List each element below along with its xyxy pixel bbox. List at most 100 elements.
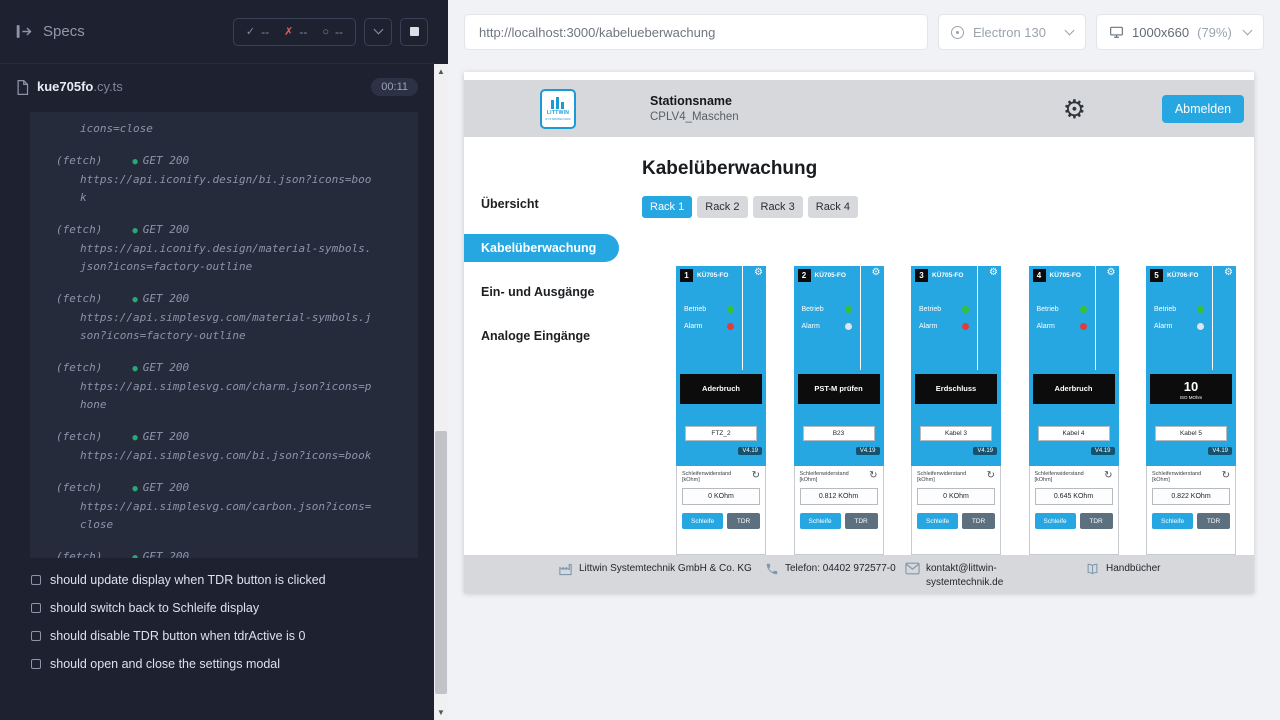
nav-item-kabelueberwachung[interactable]: Kabelüberwachung (464, 234, 619, 262)
card-gear-icon[interactable]: ⚙ (1224, 268, 1233, 278)
log-entry[interactable]: (fetch)●GET 200 https://api.simplesvg.co… (56, 359, 400, 414)
spec-duration-badge: 00:11 (371, 78, 418, 96)
cable-name-field[interactable]: Kabel 4 (1038, 426, 1110, 441)
betrieb-label: Betrieb (919, 306, 941, 313)
browser-area: Electron 130 1000x660 (79%) LITTWIN SYST… (448, 0, 1280, 720)
cable-name-field[interactable]: Kabel 3 (920, 426, 992, 441)
cable-name-field[interactable]: B23 (803, 426, 875, 441)
betrieb-label: Betrieb (684, 306, 706, 313)
email-icon (905, 562, 920, 575)
card-gear-icon[interactable]: ⚙ (1107, 268, 1116, 278)
nav-item-uebersicht[interactable]: Übersicht (464, 182, 634, 226)
card-gear-icon[interactable]: ⚙ (872, 268, 881, 278)
tdr-button[interactable]: TDR (727, 513, 760, 529)
firmware-version: V4.19 (738, 447, 762, 455)
test-box-icon (31, 631, 41, 641)
alarm-label: Alarm (919, 323, 937, 330)
refresh-icon[interactable]: ↻ (987, 471, 995, 481)
tab-rack-2[interactable]: Rack 2 (697, 196, 747, 218)
app-nav: Übersicht Kabelüberwachung Ein- und Ausg… (464, 182, 634, 358)
test-item[interactable]: should open and close the settings modal (0, 650, 434, 678)
test-box-icon (31, 575, 41, 585)
betrieb-led (962, 306, 969, 313)
test-item[interactable]: should update display when TDR button is… (0, 566, 434, 594)
refresh-icon[interactable]: ↻ (752, 471, 760, 481)
log-entry[interactable]: (fetch)●GET 200 https://api.simplesvg.co… (56, 290, 400, 345)
log-entry[interactable]: (fetch)●GET 200 https://api.simplesvg.co… (56, 548, 400, 558)
scroll-up-arrow[interactable]: ▲ (434, 64, 448, 79)
schleife-button[interactable]: Schleife (682, 513, 723, 529)
test-item[interactable]: should switch back to Schleife display (0, 594, 434, 622)
schleife-button[interactable]: Schleife (917, 513, 958, 529)
card-gear-icon[interactable]: ⚙ (989, 268, 998, 278)
slot-number: 3 (915, 269, 928, 282)
card-gear-icon[interactable]: ⚙ (754, 268, 763, 278)
firmware-version: V4.19 (1091, 447, 1115, 455)
footer-email[interactable]: kontakt@littwin-systemtechnik.de (905, 562, 1044, 589)
app-header: LITTWIN SYSTEMTECHNIK Stationsname CPLV4… (464, 80, 1254, 137)
viewport-selector[interactable]: 1000x660 (79%) (1096, 14, 1264, 50)
status-display: Aderbruch (680, 374, 762, 404)
tab-rack-3[interactable]: Rack 3 (753, 196, 803, 218)
littwin-logo: LITTWIN SYSTEMTECHNIK (540, 89, 576, 129)
schleife-button[interactable]: Schleife (1035, 513, 1076, 529)
tdr-button[interactable]: TDR (1080, 513, 1113, 529)
chevron-down-icon (1065, 25, 1075, 35)
tab-rack-4[interactable]: Rack 4 (808, 196, 858, 218)
rack-tabs: Rack 1 Rack 2 Rack 3 Rack 4 (642, 196, 858, 218)
betrieb-label: Betrieb (1154, 306, 1176, 313)
slot-number: 4 (1033, 269, 1046, 282)
tdr-button[interactable]: TDR (845, 513, 878, 529)
measurement-label: Schleifenwiderstand [kOhm] (917, 471, 979, 483)
log-entry[interactable]: (fetch)●GET 200 https://api.iconify.desi… (56, 152, 400, 207)
scroll-down-arrow[interactable]: ▼ (434, 705, 448, 720)
status-dot: ● (132, 553, 137, 558)
log-url: https://api.simplesvg.com/carbon.json?ic… (80, 498, 376, 534)
betrieb-led (845, 306, 852, 313)
cable-name-field[interactable]: FTZ_2 (685, 426, 757, 441)
stop-button[interactable] (400, 18, 428, 46)
stat-pending: ○-- (322, 25, 343, 39)
nav-item-ein-und-ausgaenge[interactable]: Ein- und Ausgänge (464, 270, 634, 314)
alarm-led (845, 323, 852, 330)
url-input[interactable] (464, 14, 928, 50)
status-dot: ● (132, 484, 137, 494)
schleife-button[interactable]: Schleife (800, 513, 841, 529)
footer-manuals[interactable]: Handbücher (1085, 562, 1160, 576)
firmware-version: V4.19 (856, 447, 880, 455)
specs-label[interactable]: Specs (43, 23, 85, 40)
refresh-icon[interactable]: ↻ (1104, 471, 1112, 481)
tab-rack-1[interactable]: Rack 1 (642, 196, 692, 218)
settings-gear-icon[interactable]: ⚙ (1063, 96, 1086, 122)
log-wrapped-line: icons=close (80, 120, 400, 138)
log-entry[interactable]: (fetch)●GET 200 https://api.simplesvg.co… (56, 479, 400, 534)
nav-item-analoge-eingaenge[interactable]: Analoge Eingänge (464, 314, 634, 358)
test-item[interactable]: should disable TDR button when tdrActive… (0, 622, 434, 650)
log-entry[interactable]: (fetch)●GET 200 https://api.simplesvg.co… (56, 428, 400, 465)
status-display: Erdschluss (915, 374, 997, 404)
device-cards: 1 KÜ705-FO ⚙ Betrieb Alarm Aderbruch FTZ… (676, 266, 1236, 555)
alarm-led (1080, 323, 1087, 330)
refresh-icon[interactable]: ↻ (1222, 471, 1230, 481)
cable-name-field[interactable]: Kabel 5 (1155, 426, 1227, 441)
alarm-led (1197, 323, 1204, 330)
alarm-led (727, 323, 734, 330)
status-display: 10 ISO MOhm (1150, 374, 1232, 404)
schleife-button[interactable]: Schleife (1152, 513, 1193, 529)
divider (977, 266, 978, 370)
collapse-button[interactable] (364, 18, 392, 46)
refresh-icon[interactable]: ↻ (869, 471, 877, 481)
scrollbar-thumb[interactable] (435, 431, 447, 693)
status-dot: ● (132, 295, 137, 305)
tdr-button[interactable]: TDR (1197, 513, 1230, 529)
log-entry[interactable]: (fetch)●GET 200 https://api.iconify.desi… (56, 221, 400, 276)
spec-row[interactable]: kue705fo.cy.ts 00:11 (0, 64, 434, 110)
tdr-button[interactable]: TDR (962, 513, 995, 529)
reporter-scrollbar[interactable]: ▲ ▼ (434, 64, 448, 720)
footer-phone[interactable]: Telefon: 04402 972577-0 (765, 562, 913, 576)
chevron-down-icon (373, 25, 383, 35)
sidebar-toggle-icon[interactable] (16, 24, 33, 39)
logo-mark-icon (550, 96, 566, 109)
browser-selector[interactable]: Electron 130 (938, 14, 1086, 50)
logout-button[interactable]: Abmelden (1162, 95, 1244, 123)
